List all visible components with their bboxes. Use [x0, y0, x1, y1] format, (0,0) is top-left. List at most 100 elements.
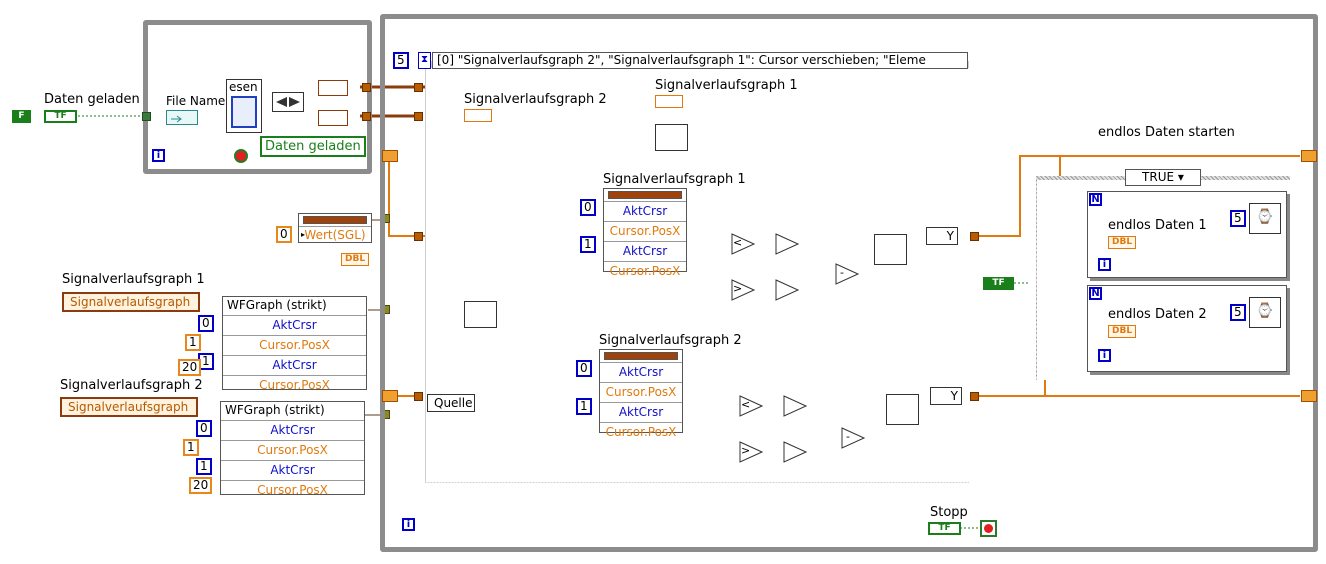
compare-block-2: [739, 395, 866, 463]
lesen-node[interactable]: esen: [226, 79, 262, 133]
case-title: endlos Daten starten: [1098, 125, 1235, 140]
wert-row[interactable]: ▸ Wert(SGL): [299, 226, 371, 245]
shift-register-right-bottom: [1301, 390, 1317, 402]
sv1-input-0[interactable]: 0: [198, 315, 214, 332]
hourglass-icon: ⧗: [418, 52, 431, 69]
less-than-1: <: [733, 236, 743, 249]
daten-geladen-indicator-label: Daten geladen: [265, 139, 361, 154]
daten-geladen-indicator: Daten geladen: [260, 136, 366, 157]
prop2-bar: [604, 352, 678, 360]
loop-info-icon: i: [402, 518, 415, 531]
wert-property-node[interactable]: ▸ Wert(SGL): [298, 213, 372, 243]
sv1-row-2[interactable]: AktCrsr: [223, 355, 366, 375]
n-icon-1: N: [1089, 193, 1102, 206]
waveform-build-node-2[interactable]: [886, 394, 919, 425]
sv2-input-3[interactable]: 20: [189, 477, 213, 494]
prop1-row-3[interactable]: Cursor.PosX: [604, 261, 686, 281]
file-name-label: File Name: [166, 94, 226, 108]
sv1-input-1[interactable]: 1: [185, 334, 201, 351]
path-constant[interactable]: [166, 110, 198, 125]
wert-label: Wert(SGL): [304, 228, 366, 242]
sv1-ref-label: Signalverlaufsgraph 1: [62, 272, 205, 287]
stop-control[interactable]: TF: [928, 522, 961, 535]
stop-label: Stopp: [930, 505, 968, 520]
event-sv1-label: Signalverlaufsgraph 1: [655, 78, 798, 93]
sv1-row-0[interactable]: AktCrsr: [223, 315, 366, 335]
sv2-waveform-icon: [464, 109, 492, 122]
merge-node[interactable]: [272, 92, 304, 112]
loop2-wait[interactable]: 5: [1230, 304, 1246, 321]
prop1-row-2[interactable]: AktCrsr: [604, 241, 686, 261]
prop2-row-2[interactable]: AktCrsr: [600, 402, 682, 422]
prop1-input-0[interactable]: 0: [580, 199, 596, 216]
sv2-input-2[interactable]: 1: [196, 458, 212, 475]
sv2-input-0[interactable]: 0: [196, 420, 212, 437]
sv2-node-title: WFGraph (strikt): [221, 402, 364, 420]
daten-geladen-control[interactable]: TF: [44, 110, 77, 123]
shift-register-right-top: [1301, 150, 1317, 162]
stop-condition-icon: [980, 520, 997, 537]
event-selector[interactable]: [0] "Signalverlaufsgraph 2", "Signalverl…: [432, 52, 968, 69]
prop1-row-0[interactable]: AktCrsr: [604, 201, 686, 221]
false-constant[interactable]: F: [12, 110, 31, 123]
quelle-node[interactable]: Quelle: [427, 394, 475, 412]
shift-register-top: [382, 150, 398, 162]
sv1-input-3[interactable]: 20: [178, 359, 202, 376]
sv2-ref-label: Signalverlaufsgraph 2: [60, 378, 203, 393]
read-file-icon: [231, 96, 257, 128]
case-selector[interactable]: TRUE ▾: [1125, 169, 1201, 186]
info-icon: i: [152, 149, 165, 162]
loop1-wait[interactable]: 5: [1230, 210, 1246, 227]
wait-icon-2: ⌚: [1249, 297, 1281, 328]
waveform-node-b[interactable]: [318, 110, 348, 126]
n-icon-2: N: [1089, 287, 1102, 300]
prop2-row-3[interactable]: Cursor.PosX: [600, 422, 682, 442]
sv1-waveform-icon: [655, 95, 683, 108]
event-timeout[interactable]: 5: [393, 52, 409, 69]
tunnel-a: [362, 83, 371, 92]
prop2-node[interactable]: AktCrsr Cursor.PosX AktCrsr Cursor.PosX: [599, 349, 683, 439]
sv1-property-node[interactable]: WFGraph (strikt) AktCrsr Cursor.PosX Akt…: [222, 296, 367, 392]
wert-input[interactable]: 0: [276, 226, 292, 243]
event-sv2-label: Signalverlaufsgraph 2: [464, 92, 607, 107]
less-than-2: <: [741, 398, 751, 411]
sv2-row-1[interactable]: Cursor.PosX: [221, 440, 364, 460]
loop2-dbl: DBL: [1108, 325, 1137, 338]
waveform-build-node-1[interactable]: [874, 234, 907, 265]
loop1-label: endlos Daten 1: [1108, 218, 1207, 233]
prop1-row-1[interactable]: Cursor.PosX: [604, 221, 686, 241]
sv2-row-3[interactable]: Cursor.PosX: [221, 480, 364, 500]
daten-geladen-label: Daten geladen: [44, 92, 140, 107]
build-array-node-2[interactable]: [464, 301, 497, 328]
shift-register-bottom: [382, 390, 398, 402]
y-output-node-1[interactable]: Y: [926, 227, 958, 245]
sv1-row-3[interactable]: Cursor.PosX: [223, 375, 366, 395]
prop2-input-0[interactable]: 0: [576, 360, 592, 377]
sv1-row-1[interactable]: Cursor.PosX: [223, 335, 366, 355]
sv2-row-0[interactable]: AktCrsr: [221, 420, 364, 440]
loop1-info-icon: i: [1098, 258, 1111, 271]
minus-1: -: [840, 266, 844, 279]
wait-icon-1: ⌚: [1249, 203, 1281, 234]
sv2-row-2[interactable]: AktCrsr: [221, 460, 364, 480]
waveform-node-a[interactable]: [318, 80, 348, 96]
sv1-reference[interactable]: Signalverlaufsgraph: [62, 292, 200, 312]
prop1-node[interactable]: AktCrsr Cursor.PosX AktCrsr Cursor.PosX: [603, 188, 687, 278]
wert-node-bar: [303, 216, 367, 224]
sv2-property-node[interactable]: WFGraph (strikt) AktCrsr Cursor.PosX Akt…: [220, 401, 365, 497]
loop1-dbl: DBL: [1108, 236, 1137, 249]
case-bool-constant[interactable]: TF: [983, 277, 1014, 290]
y-output-node-2[interactable]: Y: [930, 387, 962, 405]
lesen-label: esen: [229, 80, 258, 94]
sv2-input-1[interactable]: 1: [183, 439, 199, 456]
prop2-row-1[interactable]: Cursor.PosX: [600, 382, 682, 402]
sv2-reference[interactable]: Signalverlaufsgraph: [60, 397, 198, 417]
prop1-input-1[interactable]: 1: [580, 236, 596, 253]
stop-button-icon: [234, 149, 248, 163]
prop2-input-1[interactable]: 1: [576, 398, 592, 415]
build-array-node-1[interactable]: [655, 124, 688, 151]
event-tunnel-3: [414, 83, 423, 92]
event-tunnel-2: [414, 392, 423, 401]
prop2-row-0[interactable]: AktCrsr: [600, 362, 682, 382]
event-tunnel-4: [414, 112, 423, 121]
